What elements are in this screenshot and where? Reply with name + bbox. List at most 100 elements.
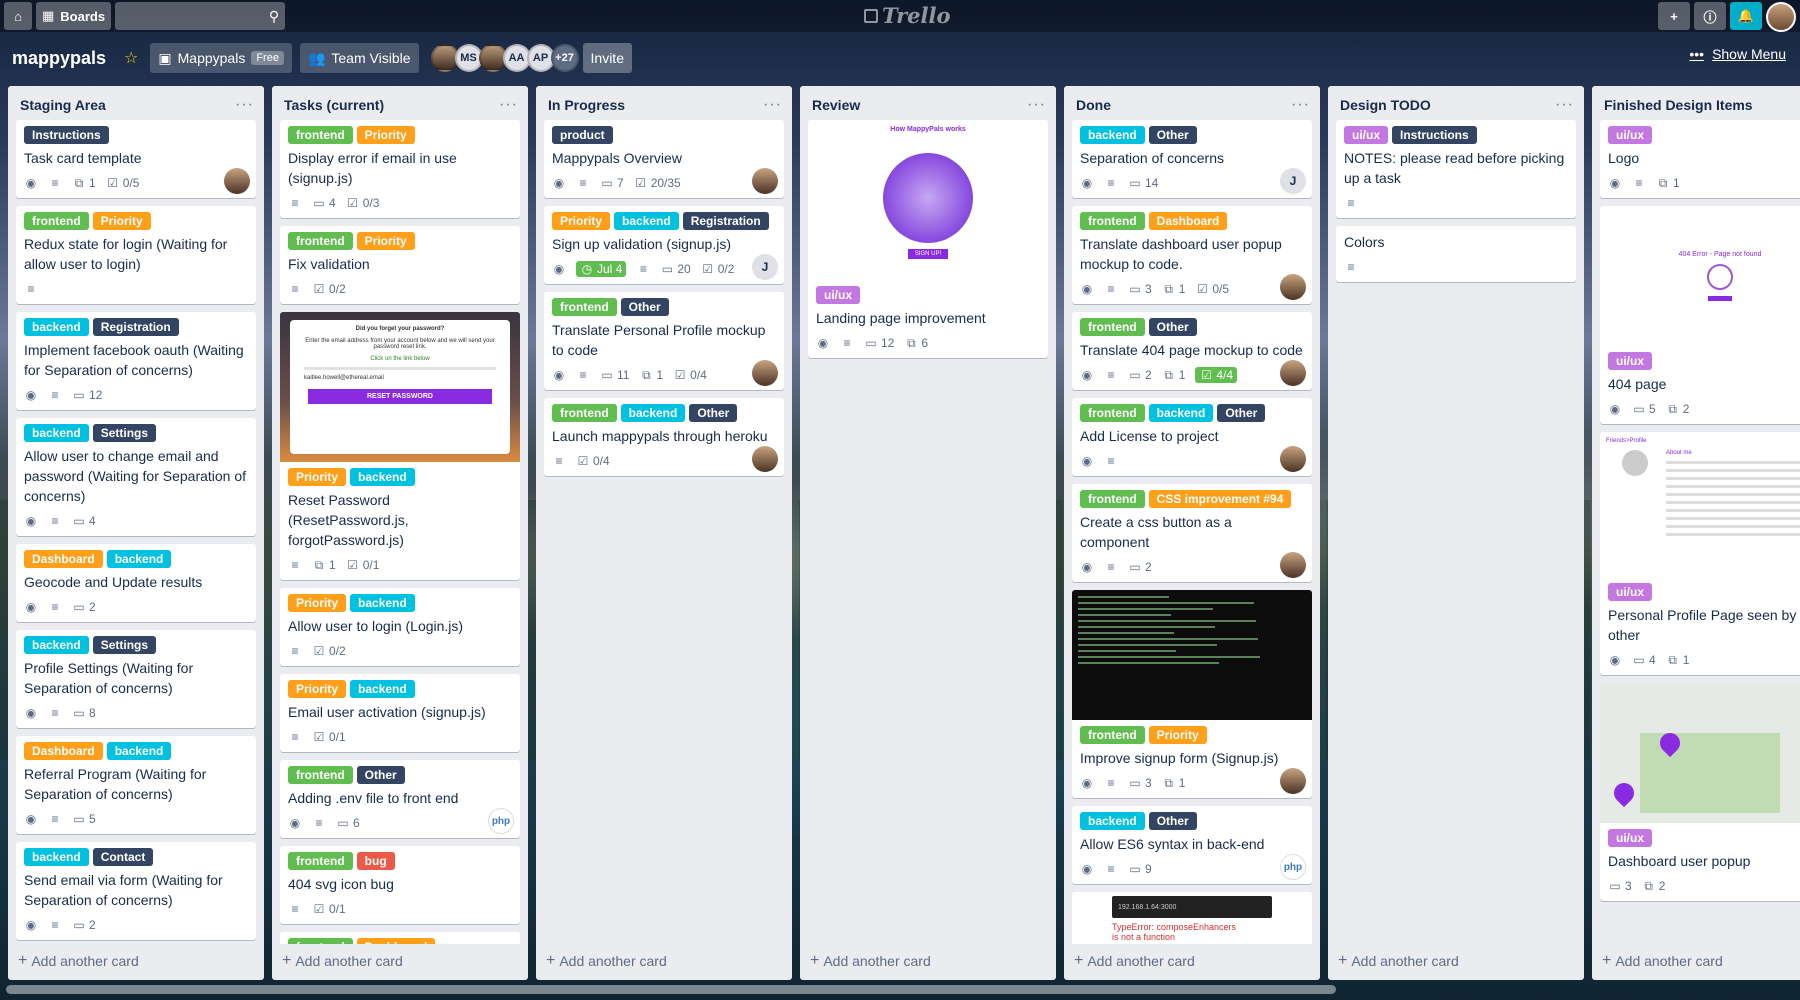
card[interactable]: 192.168.1.64:3000 TypeError: composeEnhan… xyxy=(1072,892,1312,944)
member-avatar[interactable] xyxy=(752,360,778,386)
card[interactable]: backend Registration Implement facebook oa… xyxy=(16,312,256,410)
member-avatar[interactable] xyxy=(1280,768,1306,794)
card[interactable]: frontend Other Translate Personal Profile … xyxy=(544,292,784,390)
label-frontend[interactable]: frontend xyxy=(288,852,353,870)
label-frontend[interactable]: frontend xyxy=(1080,318,1145,336)
label-priority[interactable]: Priority xyxy=(1148,726,1207,744)
info-button[interactable]: ⓘ xyxy=(1694,2,1726,30)
label-dark[interactable]: Other xyxy=(1217,404,1266,422)
card[interactable]: backend Settings Profile Settings (Waiting… xyxy=(16,630,256,728)
card[interactable]: backend Other Separation of concerns ◉ ≡ ▭ 14 J xyxy=(1072,120,1312,198)
label-priority[interactable]: Priority xyxy=(356,126,415,144)
list-title[interactable]: In Progress xyxy=(548,97,625,113)
add-card-button[interactable]: + Add another card xyxy=(536,944,792,980)
visibility-button[interactable]: 👥 Team Visible xyxy=(299,43,419,73)
card[interactable]: Colors ≡ xyxy=(1336,226,1576,282)
notifications-button[interactable]: 🔔 xyxy=(1730,2,1762,30)
search-input[interactable]: ⚲ xyxy=(115,2,286,30)
label-priority[interactable]: Priority xyxy=(92,212,151,230)
label-dark[interactable]: Instructions xyxy=(24,126,109,144)
card[interactable]: frontend bug 404 svg icon bug ≡ ☑ 0/1 xyxy=(280,846,520,924)
member-avatar[interactable]: J xyxy=(1280,168,1306,194)
horizontal-scrollbar[interactable] xyxy=(6,985,1336,994)
label-dark[interactable]: Other xyxy=(1148,812,1197,830)
label-dark[interactable]: Other xyxy=(1148,318,1197,336)
card[interactable]: backend Contact Send email via form (Waiti… xyxy=(16,842,256,940)
card[interactable]: Priority backend Allow user to login (Logi… xyxy=(280,588,520,666)
label-frontend[interactable]: frontend xyxy=(1080,212,1145,230)
more-icon[interactable]: ··· xyxy=(1027,96,1046,114)
card[interactable]: backend Settings Allow user to change emai… xyxy=(16,418,256,536)
add-card-button[interactable]: + Add another card xyxy=(1064,944,1320,980)
card[interactable]: Friends>Profile About me ui/ux Personal Pro… xyxy=(1600,432,1800,675)
label-dark[interactable]: Other xyxy=(689,404,738,422)
home-button[interactable]: ⌂ xyxy=(4,2,32,30)
card[interactable]: frontend Other Translate 404 page mockup t… xyxy=(1072,312,1312,390)
label-frontend[interactable]: frontend xyxy=(1080,490,1145,508)
card[interactable]: frontendDashboardTranslate Invite friend… xyxy=(280,932,520,944)
add-card-button[interactable]: + Add another card xyxy=(800,944,1056,980)
card[interactable]: product Mappypals Overview ◉ ≡ ▭ 7 ☑ 20/35 xyxy=(544,120,784,198)
label-priority[interactable]: Priority xyxy=(288,468,347,486)
label-dashboard[interactable]: Dashboard xyxy=(1148,212,1228,230)
label-uiux[interactable]: ui/ux xyxy=(1344,126,1389,144)
label-backend[interactable]: backend xyxy=(350,468,415,486)
list-title[interactable]: Tasks (current) xyxy=(284,97,384,113)
create-button[interactable]: + xyxy=(1658,2,1690,30)
card[interactable]: frontend Priority Redux state for login (W… xyxy=(16,206,256,304)
card[interactable]: frontend Priority Improve signup form (Sig… xyxy=(1072,590,1312,798)
label-dark[interactable]: Instructions xyxy=(1392,126,1477,144)
label-dark[interactable]: Settings xyxy=(92,424,157,442)
card[interactable]: frontend Priority Display error if email i… xyxy=(280,120,520,218)
member-avatar[interactable] xyxy=(752,446,778,472)
label-frontend[interactable]: frontend xyxy=(1080,726,1145,744)
label-backend[interactable]: backend xyxy=(24,848,89,866)
label-dark[interactable]: Settings xyxy=(92,636,157,654)
card[interactable]: ui/ux Instructions NOTES: please read befo… xyxy=(1336,120,1576,218)
member-avatar[interactable]: php xyxy=(1280,854,1306,880)
label-backend[interactable]: backend xyxy=(106,742,172,760)
label-backend[interactable]: backend xyxy=(350,680,415,698)
card[interactable]: frontend Other Adding .env file to front e… xyxy=(280,760,520,838)
boards-button[interactable]: ▦ Boards xyxy=(36,2,112,30)
label-dark[interactable]: Other xyxy=(356,766,405,784)
add-card-button[interactable]: + Add another card xyxy=(272,944,528,980)
label-uiux[interactable]: ui/ux xyxy=(1608,829,1653,847)
member-avatar[interactable] xyxy=(1280,552,1306,578)
team-button[interactable]: ▣ Mappypals Free xyxy=(150,43,292,73)
card[interactable]: frontend Dashboard Translate dashboard use… xyxy=(1072,206,1312,304)
label-backend[interactable]: backend xyxy=(1080,126,1145,144)
label-priority[interactable]: Priority xyxy=(552,212,611,230)
card[interactable]: Priority backend Registration Sign up valid… xyxy=(544,206,784,284)
add-card-button[interactable]: + Add another card xyxy=(1328,944,1584,980)
label-uiux[interactable]: ui/ux xyxy=(1608,583,1653,601)
card[interactable]: frontend Priority Fix validation ≡ ☑ 0/2 xyxy=(280,226,520,304)
more-icon[interactable]: ··· xyxy=(499,96,518,114)
list-title[interactable]: Finished Design Items xyxy=(1604,97,1753,113)
more-icon[interactable]: ··· xyxy=(235,96,254,114)
member-avatar[interactable] xyxy=(1280,360,1306,386)
label-bug[interactable]: bug xyxy=(356,852,395,870)
label-backend[interactable]: backend xyxy=(620,404,686,422)
member-avatar[interactable] xyxy=(224,168,250,194)
label-frontend[interactable]: frontend xyxy=(288,938,353,944)
label-backend[interactable]: backend xyxy=(24,424,89,442)
label-frontend[interactable]: frontend xyxy=(1080,404,1145,422)
label-dark[interactable]: Registration xyxy=(92,318,179,336)
more-members-count[interactable]: +27 xyxy=(550,44,579,72)
label-backend[interactable]: backend xyxy=(1148,404,1214,422)
label-dark[interactable]: Registration xyxy=(682,212,769,230)
card[interactable]: frontend backend Other Launch mappypals thr… xyxy=(544,398,784,476)
label-frontend[interactable]: frontend xyxy=(288,126,353,144)
label-uiux[interactable]: ui/ux xyxy=(1608,352,1653,370)
label-uiux[interactable]: ui/ux xyxy=(816,286,861,304)
more-icon[interactable]: ··· xyxy=(1555,96,1574,114)
label-backend[interactable]: backend xyxy=(614,212,679,230)
label-dashboard[interactable]: Dashboard xyxy=(356,938,436,944)
member-avatar[interactable]: php xyxy=(488,808,514,834)
label-priority[interactable]: Priority xyxy=(356,232,415,250)
card[interactable]: Instructions Task card template ◉ ≡ ⧉ 1 ☑ 0/5 xyxy=(16,120,256,198)
label-priority[interactable]: Priority xyxy=(288,594,347,612)
label-backend[interactable]: backend xyxy=(1080,812,1145,830)
list-title[interactable]: Staging Area xyxy=(20,97,106,113)
